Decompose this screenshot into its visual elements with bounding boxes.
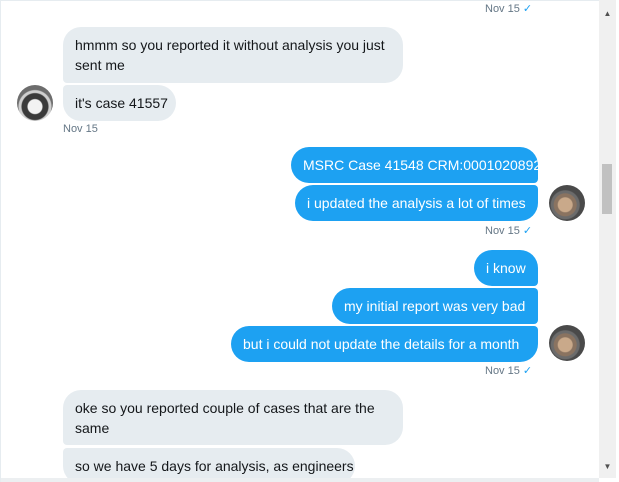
incoming-message[interactable]: it's case 41557 — [63, 85, 176, 121]
incoming-message[interactable]: oke so you reported couple of cases that… — [63, 390, 403, 445]
timestamp-outgoing: Nov 15 ✓ — [485, 224, 532, 238]
chat-window: Nov 15 ✓ hmmm so you reported it without … — [0, 0, 619, 482]
outgoing-message[interactable]: my initial report was very bad — [332, 288, 538, 324]
timestamp-text: Nov 15 — [63, 123, 98, 135]
timestamp-outgoing: Nov 15 ✓ — [485, 364, 532, 378]
read-check-icon: ✓ — [522, 225, 533, 237]
timestamp-incoming: Nov 15 — [63, 122, 98, 136]
message-text: but i could not update the details for a… — [243, 336, 520, 352]
timestamp-top: Nov 15 ✓ — [485, 2, 532, 16]
message-text: sent me — [75, 57, 125, 73]
vertical-scrollbar[interactable]: ▲ ▼ — [599, 0, 616, 478]
outgoing-message[interactable]: MSRC Case 41548 CRM:0001020892 — [291, 147, 542, 183]
message-text: same — [75, 420, 110, 436]
outgoing-message[interactable]: but i could not update the details for a… — [231, 326, 538, 362]
message-text: i know — [486, 260, 526, 276]
message-text: hmmm so you reported it without analysis… — [75, 37, 385, 53]
scrollbar-thumb[interactable] — [602, 164, 612, 214]
read-check-icon: ✓ — [522, 3, 533, 15]
read-check-icon: ✓ — [522, 365, 533, 377]
message-text: MSRC Case 41548 CRM:0001020892 — [303, 157, 542, 173]
outgoing-message[interactable]: i updated the analysis a lot of times — [295, 185, 538, 221]
contact-avatar[interactable] — [17, 85, 53, 121]
message-text: oke so you reported couple of cases that… — [75, 400, 375, 416]
incoming-message[interactable]: so we have 5 days for analysis, as engin… — [63, 448, 355, 482]
outgoing-message[interactable]: i know — [474, 250, 538, 286]
timestamp-text: Nov 15 — [485, 365, 520, 377]
message-text: i updated the analysis a lot of times — [307, 195, 526, 211]
bottom-divider — [1, 478, 599, 482]
scroll-down-arrow-icon[interactable]: ▼ — [599, 458, 616, 475]
user-avatar[interactable] — [549, 325, 585, 361]
scroll-up-arrow-icon[interactable]: ▲ — [599, 5, 616, 22]
timestamp-text: Nov 15 — [485, 225, 520, 237]
user-avatar[interactable] — [549, 185, 585, 221]
timestamp-text: Nov 15 — [485, 3, 520, 15]
message-text: it's case 41557 — [75, 95, 168, 111]
top-divider — [1, 0, 599, 1]
message-text: so we have 5 days for analysis, as engin… — [75, 458, 354, 474]
message-text: my initial report was very bad — [344, 298, 526, 314]
incoming-message[interactable]: hmmm so you reported it without analysis… — [63, 27, 403, 83]
